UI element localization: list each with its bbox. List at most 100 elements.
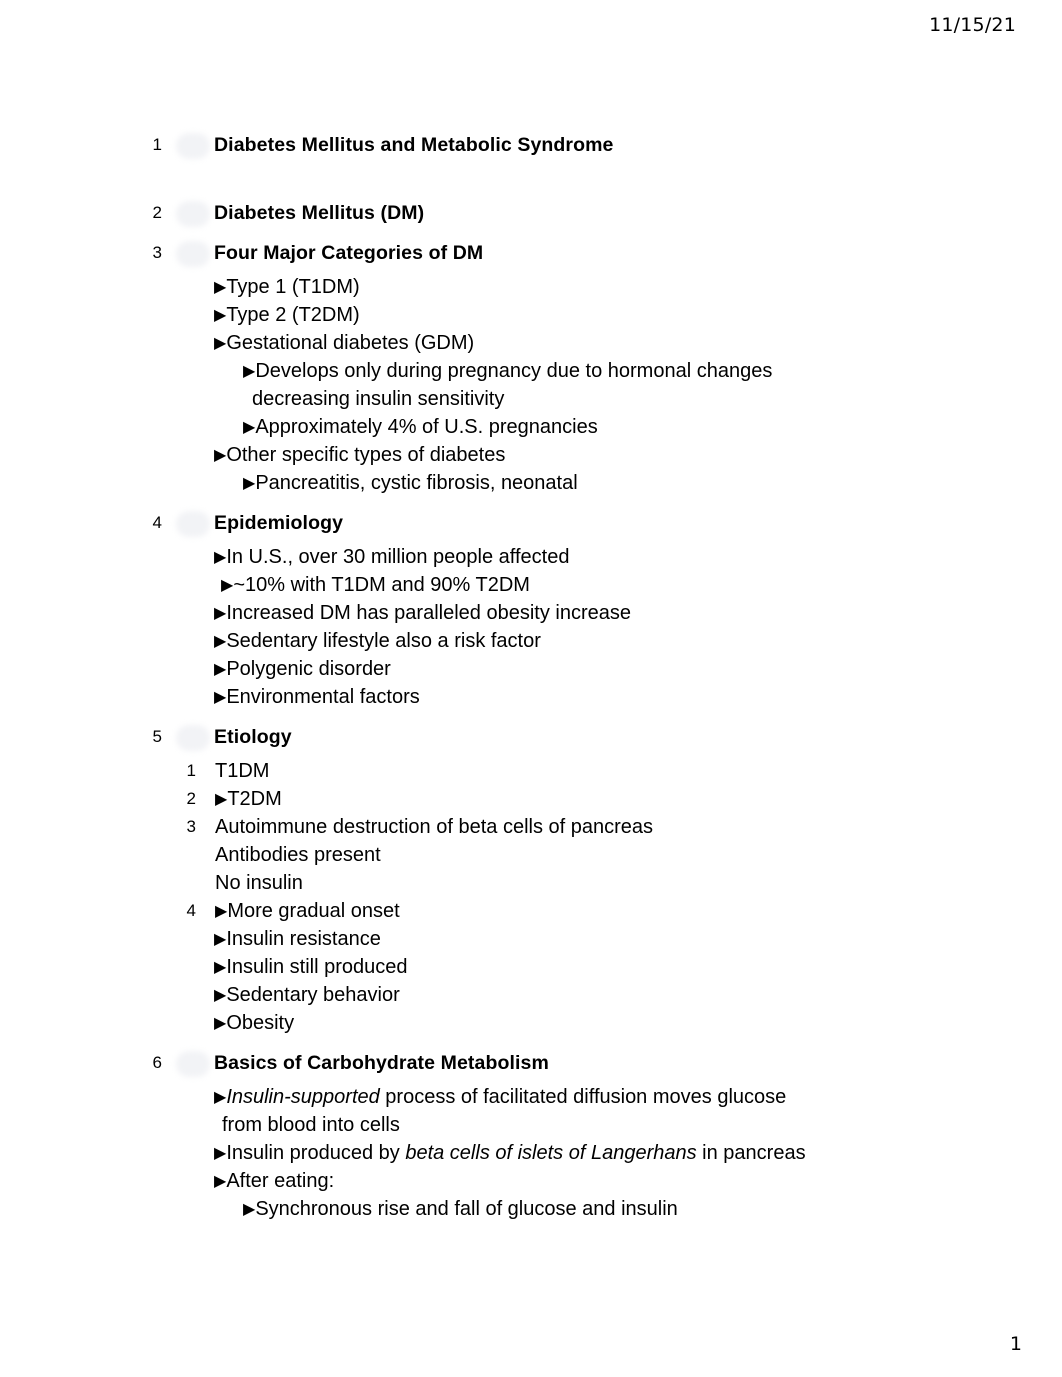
slide-heading-row[interactable]: 1 Diabetes Mellitus and Metabolic Syndrom… [0, 131, 1062, 159]
outline-line[interactable]: Antibodies present [0, 841, 1062, 869]
outline-line[interactable]: ▶After eating: [0, 1167, 1062, 1195]
outline-line-text: ▶Approximately 4% of U.S. pregnancies [243, 416, 598, 438]
slide-number-highlight [176, 1051, 210, 1077]
bullet-triangle-icon: ▶ [214, 445, 227, 464]
outline-line[interactable]: ▶Pancreatitis, cystic fibrosis, neonatal [0, 469, 1062, 497]
outline-line[interactable]: ▶Type 2 (T2DM) [0, 301, 1062, 329]
slide-heading-row[interactable]: 6 Basics of Carbohydrate Metabolism [0, 1049, 1062, 1077]
bullet-triangle-icon: ▶ [215, 901, 228, 920]
outline-line-text: T1DM [215, 760, 270, 782]
outline-line[interactable]: ▶Approximately 4% of U.S. pregnancies [0, 413, 1062, 441]
outline-line[interactable]: ▶In U.S., over 30 million people affecte… [0, 543, 1062, 571]
plain-text: Insulin produced by [226, 1142, 406, 1164]
outline-line-text: ▶T2DM [215, 788, 282, 810]
vertical-spacer [0, 497, 1062, 509]
bullet-triangle-icon: ▶ [214, 631, 227, 650]
slide-title: Diabetes Mellitus and Metabolic Syndrome [214, 134, 614, 156]
outline-line[interactable]: ▶Insulin produced by beta cells of islet… [0, 1139, 1062, 1167]
outline-line[interactable]: ▶Other specific types of diabetes [0, 441, 1062, 469]
bullet-triangle-icon: ▶ [214, 1143, 227, 1162]
outline-line-text: ▶After eating: [214, 1170, 335, 1192]
outline-line-text: ▶Obesity [214, 1012, 295, 1034]
document-date: 11/15/21 [929, 14, 1016, 36]
bullet-triangle-icon: ▶ [243, 1199, 256, 1218]
outline-line-text: ▶Synchronous rise and fall of glucose an… [243, 1198, 678, 1220]
bullet-triangle-icon: ▶ [214, 929, 227, 948]
bullet-triangle-icon: ▶ [214, 277, 227, 296]
outline-line-number: 2 [186, 789, 196, 808]
slide-title: Diabetes Mellitus (DM) [214, 202, 425, 224]
emphasised-text: beta cells of islets of Langerhans [405, 1142, 697, 1164]
outline-line-text: Autoimmune destruction of beta cells of … [215, 816, 654, 838]
slide-number: 5 [152, 727, 162, 746]
bullet-triangle-icon: ▶ [214, 603, 227, 622]
slide-number: 3 [152, 243, 162, 262]
outline-line-text: ▶Type 1 (T1DM) [214, 276, 360, 298]
emphasised-text: Insulin-supported [226, 1086, 380, 1108]
outline-slide-block: 6 Basics of Carbohydrate Metabolism ▶Insul… [0, 1049, 1062, 1223]
slide-number-highlight [176, 725, 210, 751]
slide-title: Four Major Categories of DM [214, 242, 484, 264]
outline-line[interactable]: ▶Increased DM has paralleled obesity inc… [0, 599, 1062, 627]
outline-line[interactable]: ▶Gestational diabetes (GDM) [0, 329, 1062, 357]
outline-slide-block: 3 Four Major Categories of DM ▶Type 1 (T1D… [0, 239, 1062, 497]
outline-line-text: No insulin [215, 872, 303, 894]
outline-line-text: ▶Develops only during pregnancy due to h… [243, 360, 773, 382]
slide-heading-row[interactable]: 3 Four Major Categories of DM [0, 239, 1062, 267]
outline-line-number: 1 [186, 761, 196, 780]
slide-title: Basics of Carbohydrate Metabolism [214, 1052, 549, 1074]
outline-line-text: ▶~10% with T1DM and 90% T2DM [221, 574, 530, 596]
outline-line-number: 3 [186, 817, 196, 836]
outline-line-text: ▶In U.S., over 30 million people affecte… [214, 546, 570, 568]
outline-line-text: ▶Type 2 (T2DM) [214, 304, 360, 326]
outline-line[interactable]: ▶Develops only during pregnancy due to h… [0, 357, 1062, 385]
outline-line-text: ▶More gradual onset [215, 900, 400, 922]
bullet-triangle-icon: ▶ [243, 473, 256, 492]
outline-line[interactable]: ▶Synchronous rise and fall of glucose an… [0, 1195, 1062, 1223]
outline-line[interactable]: ▶Sedentary behavior [0, 981, 1062, 1009]
outline-line[interactable]: 2 ▶T2DM [0, 785, 1062, 813]
outline-line-text: ▶Increased DM has paralleled obesity inc… [214, 602, 631, 624]
outline-line[interactable]: ▶Insulin resistance [0, 925, 1062, 953]
outline-line[interactable]: 3 Autoimmune destruction of beta cells of… [0, 813, 1062, 841]
outline-line[interactable]: 4 ▶More gradual onset [0, 897, 1062, 925]
bullet-triangle-icon: ▶ [214, 985, 227, 1004]
bullet-triangle-icon: ▶ [214, 957, 227, 976]
slide-heading-row[interactable]: 5 Etiology [0, 723, 1062, 751]
outline-line-text: ▶Insulin produced by beta cells of islet… [214, 1139, 806, 1167]
outline-line[interactable]: ▶Insulin still produced [0, 953, 1062, 981]
slide-heading-row[interactable]: 2 Diabetes Mellitus (DM) [0, 199, 1062, 227]
outline-line[interactable]: ▶Insulin-supported process of facilitate… [0, 1083, 1062, 1111]
outline-line[interactable]: ▶Obesity [0, 1009, 1062, 1037]
outline-slide-block: 1 Diabetes Mellitus and Metabolic Syndrom… [0, 131, 1062, 159]
outline-line-text: ▶Other specific types of diabetes [214, 444, 506, 466]
vertical-spacer [0, 227, 1062, 239]
outline-line[interactable]: ▶~10% with T1DM and 90% T2DM [0, 571, 1062, 599]
outline-line[interactable]: decreasing insulin sensitivity [0, 385, 1062, 413]
outline-line[interactable]: from blood into cells [0, 1111, 1062, 1139]
slide-title: Etiology [214, 726, 292, 748]
bullet-triangle-icon: ▶ [243, 361, 256, 380]
outline-line-text: from blood into cells [222, 1114, 400, 1136]
slide-number: 6 [152, 1053, 162, 1072]
outline-slide-block: 2 Diabetes Mellitus (DM) [0, 199, 1062, 227]
outline-line-text: decreasing insulin sensitivity [252, 388, 505, 410]
slide-number: 2 [152, 203, 162, 222]
plain-text: in pancreas [696, 1142, 806, 1164]
outline-line[interactable]: ▶Environmental factors [0, 683, 1062, 711]
outline-line-text: ▶Sedentary lifestyle also a risk factor [214, 630, 541, 652]
outline-line[interactable]: No insulin [0, 869, 1062, 897]
bullet-triangle-icon: ▶ [214, 659, 227, 678]
outline-line[interactable]: ▶Polygenic disorder [0, 655, 1062, 683]
outline-line-text: ▶Pancreatitis, cystic fibrosis, neonatal [243, 472, 578, 494]
slide-number-highlight [176, 201, 210, 227]
bullet-triangle-icon: ▶ [214, 687, 227, 706]
bullet-triangle-icon: ▶ [243, 417, 256, 436]
outline-line[interactable]: ▶Type 1 (T1DM) [0, 273, 1062, 301]
outline-line-text: ▶Insulin resistance [214, 928, 381, 950]
slide-number: 1 [152, 135, 162, 154]
outline-body: 1 Diabetes Mellitus and Metabolic Syndrom… [0, 131, 1062, 1223]
slide-heading-row[interactable]: 4 Epidemiology [0, 509, 1062, 537]
outline-line[interactable]: ▶Sedentary lifestyle also a risk factor [0, 627, 1062, 655]
outline-line[interactable]: 1 T1DM [0, 757, 1062, 785]
